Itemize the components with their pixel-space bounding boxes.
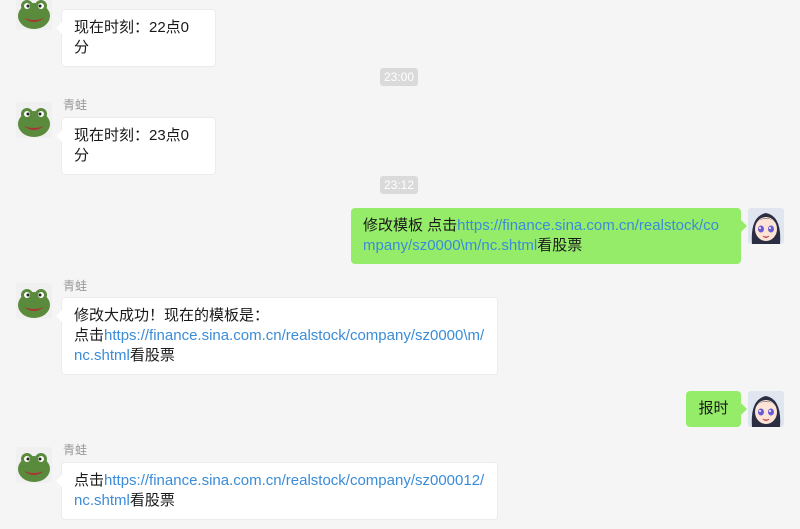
frog-avatar-icon[interactable]: [16, 283, 52, 319]
message-text-prefix: 点击: [74, 327, 105, 344]
message-text: 现在时刻：22点0分: [74, 19, 190, 56]
message-text-line1: 修改大成功！现在的模板是：: [74, 307, 270, 324]
anime-girl-avatar-icon[interactable]: [748, 208, 784, 244]
message-text-prefix: 修改模板 点击: [363, 217, 458, 234]
timestamp-divider: 23:00: [380, 68, 419, 86]
message-bubble-4[interactable]: 修改大成功！现在的模板是： 点击https://finance.sina.com…: [56, 297, 498, 375]
message-text-suffix: 看股票: [129, 492, 175, 509]
message-bubble-5[interactable]: 报时: [686, 391, 747, 427]
message-text-prefix: 点击: [74, 472, 105, 489]
message-text-line2: 点击https://finance.sina.com.cn/realstock/…: [74, 326, 485, 366]
message-text-suffix: 看股票: [537, 237, 583, 254]
message-text-suffix: 看股票: [129, 347, 175, 364]
timestamp-divider: 23:12: [380, 176, 419, 194]
frog-avatar-icon[interactable]: [16, 0, 52, 30]
message-text: 报时: [698, 400, 729, 417]
anime-girl-avatar-icon[interactable]: [748, 391, 784, 427]
frog-avatar-icon[interactable]: [16, 102, 52, 138]
sender-name: 青蛙: [63, 443, 88, 457]
message-bubble-2[interactable]: 现在时刻：23点0分: [56, 117, 216, 175]
sender-name: 青蛙: [63, 98, 88, 112]
frog-avatar-icon[interactable]: [16, 447, 52, 483]
sender-name: 青蛙: [63, 279, 88, 293]
message-bubble-1[interactable]: 现在时刻：22点0分: [56, 9, 216, 67]
message-bubble-3[interactable]: 修改模板 点击https://finance.sina.com.cn/reals…: [351, 208, 747, 264]
message-text: 现在时刻：23点0分: [74, 127, 190, 164]
message-bubble-6[interactable]: 点击https://finance.sina.com.cn/realstock/…: [56, 462, 498, 520]
